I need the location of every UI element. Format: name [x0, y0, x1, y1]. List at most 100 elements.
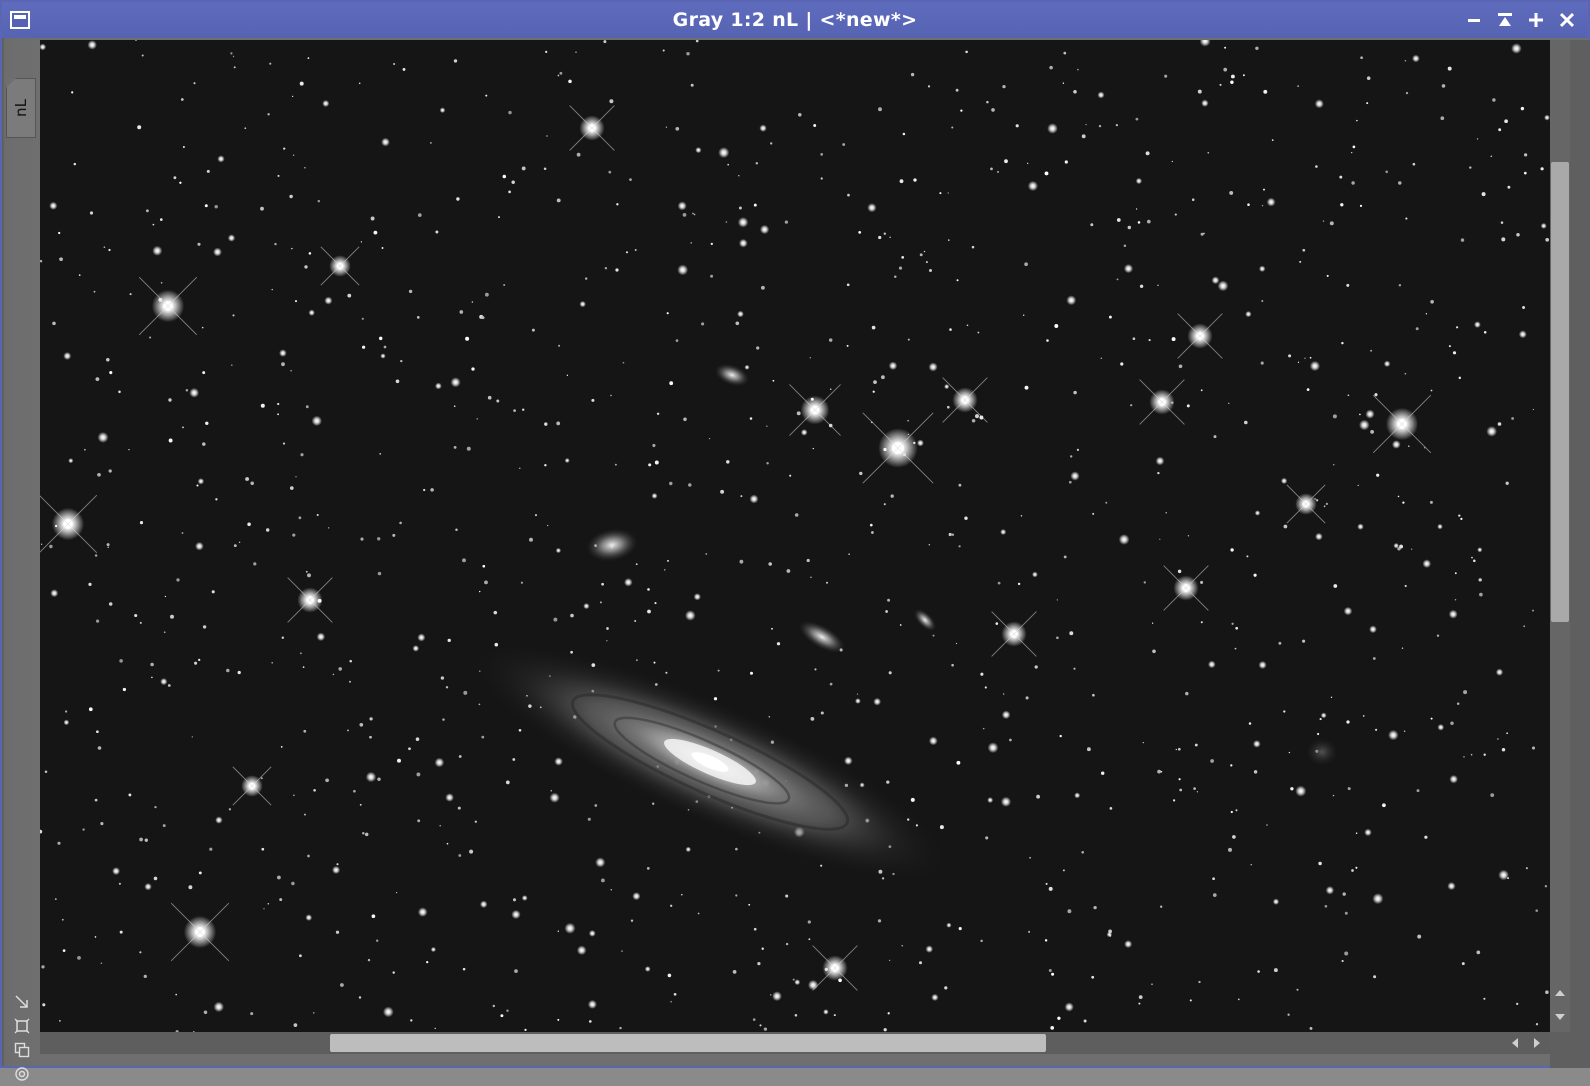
- star: [1086, 747, 1091, 752]
- star: [1024, 262, 1028, 267]
- star: [766, 461, 769, 465]
- star: [761, 947, 764, 950]
- star: [103, 246, 106, 248]
- star: [1299, 260, 1302, 263]
- view-identifier-tab[interactable]: nL: [6, 78, 36, 138]
- title-bar[interactable]: Gray 1:2 nL | <*new*>: [2, 2, 1588, 38]
- star: [417, 213, 422, 217]
- star: [1330, 696, 1333, 698]
- scroll-right-icon[interactable]: [1530, 1036, 1544, 1050]
- star: [1118, 534, 1130, 545]
- star: [665, 126, 668, 128]
- star: [910, 797, 915, 802]
- star: [455, 528, 458, 531]
- horizontal-scroll-thumb[interactable]: [330, 1034, 1046, 1052]
- star: [1223, 67, 1228, 72]
- star: [1066, 295, 1077, 306]
- star: [610, 394, 612, 397]
- star: [1212, 877, 1215, 881]
- view-tool-stack: [12, 990, 32, 1086]
- star: [395, 891, 398, 894]
- star: [349, 659, 352, 663]
- window-title: Gray 1:2 nL | <*new*>: [672, 9, 918, 31]
- star: [511, 180, 515, 184]
- image-window: Gray 1:2 nL | <*new*> nL: [0, 0, 1590, 1081]
- maximize-icon[interactable]: [1520, 2, 1551, 38]
- star: [636, 659, 638, 661]
- astronomical-image[interactable]: [40, 40, 1550, 1032]
- star: [1138, 1002, 1141, 1005]
- star: [749, 417, 753, 420]
- star: [1198, 980, 1201, 984]
- star: [806, 558, 810, 563]
- horizontal-scrollbar[interactable]: [40, 1032, 1550, 1054]
- star: [1399, 544, 1404, 549]
- star: [1211, 276, 1220, 285]
- star: [1532, 609, 1534, 612]
- star: [750, 671, 753, 675]
- vertical-scroll-track[interactable]: [1550, 40, 1570, 1032]
- star: [508, 110, 512, 115]
- star: [1397, 495, 1400, 498]
- star: [193, 82, 196, 85]
- star: [1545, 237, 1550, 242]
- star: [899, 624, 902, 626]
- shade-icon[interactable]: [1489, 2, 1520, 38]
- star: [89, 211, 94, 215]
- star: [965, 50, 968, 54]
- view-mode-icon[interactable]: [12, 1062, 32, 1086]
- close-icon[interactable]: [1551, 2, 1582, 38]
- star: [227, 234, 236, 242]
- scroll-left-icon[interactable]: [1508, 1036, 1522, 1050]
- star: [369, 717, 373, 721]
- resize-to-fit-icon[interactable]: [12, 990, 32, 1014]
- star: [119, 930, 123, 934]
- star: [82, 828, 85, 831]
- star: [1054, 324, 1059, 328]
- scroll-down-icon[interactable]: [1552, 1010, 1568, 1024]
- star: [1124, 940, 1133, 949]
- star: [1359, 413, 1361, 416]
- star: [1191, 198, 1195, 201]
- star: [996, 170, 1000, 173]
- star: [771, 627, 773, 630]
- star: [1422, 559, 1432, 569]
- star: [608, 170, 612, 174]
- star: [260, 403, 265, 408]
- star: [459, 310, 464, 314]
- star: [1382, 803, 1386, 808]
- star: [614, 463, 617, 466]
- scroll-up-icon[interactable]: [1552, 986, 1568, 1000]
- star: [1255, 46, 1259, 51]
- star: [669, 481, 673, 486]
- vertical-scroll-thumb[interactable]: [1551, 162, 1569, 622]
- star: [1365, 409, 1375, 419]
- star: [307, 854, 310, 858]
- star: [415, 737, 420, 741]
- star: [1213, 435, 1217, 439]
- star: [430, 488, 434, 492]
- star: [718, 147, 730, 159]
- star: [291, 95, 294, 98]
- star: [939, 825, 944, 830]
- star: [84, 448, 86, 451]
- star: [188, 885, 193, 890]
- star: [119, 659, 123, 663]
- fit-view-icon[interactable]: [12, 1014, 32, 1038]
- star: [307, 57, 310, 59]
- star: [1346, 720, 1350, 724]
- star: [1091, 975, 1095, 979]
- star: [1070, 455, 1073, 458]
- star: [300, 453, 304, 457]
- star: [1085, 123, 1087, 126]
- star: [304, 166, 306, 169]
- star: [508, 190, 511, 194]
- minimize-icon[interactable]: [1458, 2, 1489, 38]
- clone-view-icon[interactable]: [12, 1038, 32, 1062]
- star: [1123, 244, 1127, 248]
- star: [1341, 959, 1344, 963]
- star: [277, 402, 280, 406]
- star: [768, 716, 771, 718]
- vertical-scrollbar[interactable]: [1550, 40, 1590, 1032]
- star: [555, 547, 562, 554]
